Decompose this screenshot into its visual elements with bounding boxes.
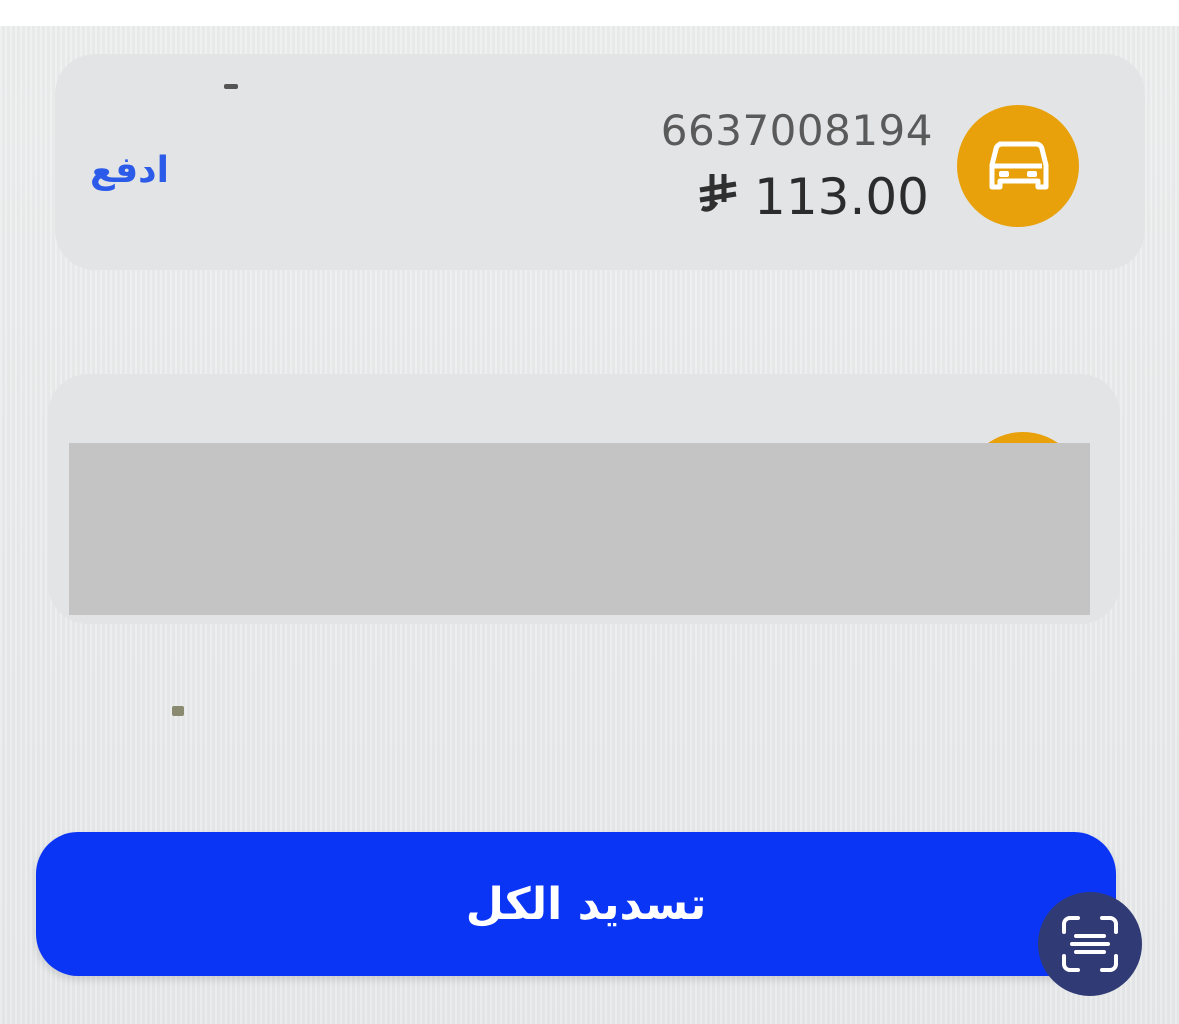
- text-scan-icon: [1062, 916, 1118, 972]
- car-icon: [989, 141, 1049, 190]
- currency-icon: [696, 172, 740, 223]
- riyal-symbol-icon: [699, 173, 737, 212]
- amount-row: 113.00: [696, 168, 929, 226]
- speck: [224, 84, 238, 89]
- speck: [172, 706, 184, 716]
- pay-all-label: تسديد الكل: [465, 878, 707, 930]
- app-screen: 6637008194 113.00 ادفع تسديد الكل: [0, 26, 1179, 1024]
- pay-all-button[interactable]: تسديد الكل: [36, 832, 1116, 976]
- redaction-block: [69, 443, 1090, 615]
- scan-button[interactable]: [1038, 892, 1142, 996]
- amount-value: 113.00: [754, 168, 929, 226]
- plate-number: 6637008194: [660, 106, 933, 155]
- pay-link[interactable]: ادفع: [90, 150, 169, 191]
- car-icon-badge: [957, 105, 1079, 227]
